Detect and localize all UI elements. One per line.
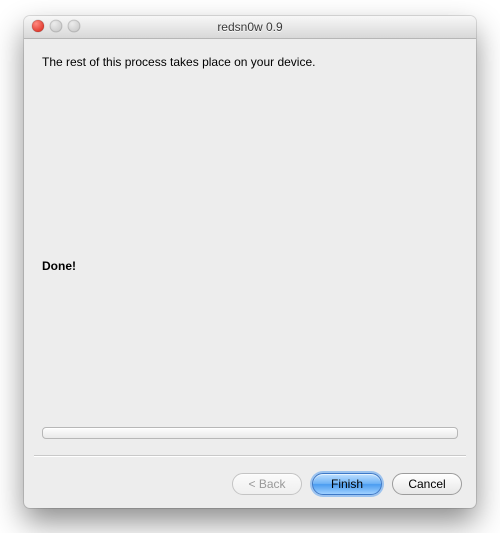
cancel-button[interactable]: Cancel: [392, 473, 462, 495]
minimize-icon: [50, 20, 62, 32]
window-title: redsn0w 0.9: [24, 16, 476, 38]
progress-container: [42, 427, 458, 439]
window-controls: [32, 20, 80, 32]
zoom-icon: [68, 20, 80, 32]
status-text: Done!: [42, 259, 76, 273]
instruction-text: The rest of this process takes place on …: [42, 55, 458, 69]
footer-buttons: < Back Finish Cancel: [232, 473, 462, 495]
progress-bar: [42, 427, 458, 439]
back-button: < Back: [232, 473, 302, 495]
separator: [34, 455, 466, 457]
app-window: redsn0w 0.9 The rest of this process tak…: [24, 16, 476, 508]
content-area: The rest of this process takes place on …: [24, 39, 476, 508]
close-icon[interactable]: [32, 20, 44, 32]
titlebar[interactable]: redsn0w 0.9: [24, 16, 476, 39]
finish-button[interactable]: Finish: [312, 473, 382, 495]
